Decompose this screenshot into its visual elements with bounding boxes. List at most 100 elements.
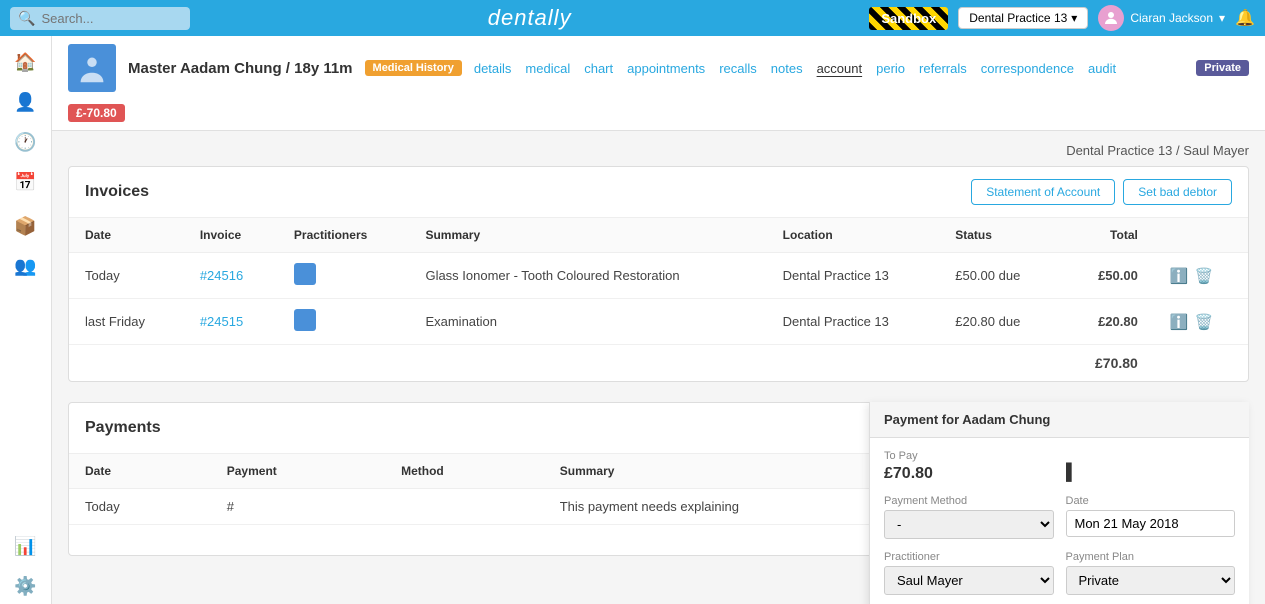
search-icon: 🔍: [18, 10, 35, 27]
patient-name: Master Aadam Chung / 18y 11m: [128, 60, 353, 77]
payment-method-date-row: Payment Method - Cash Card Date: [884, 495, 1235, 539]
sidebar-item-home[interactable]: 🏠: [6, 44, 46, 80]
sidebar-item-inbox[interactable]: 📦: [6, 208, 46, 244]
payment-method-label: Payment Method: [884, 495, 1054, 507]
pay-col-method: Method: [385, 454, 544, 489]
invoices-section: Invoices Statement of Account Set bad de…: [68, 166, 1249, 382]
to-pay-label: To Pay: [884, 450, 1235, 462]
invoice-practitioner-1: [278, 253, 410, 299]
invoices-table: Date Invoice Practitioners Summary Locat…: [69, 218, 1248, 381]
patient-avatar: [68, 44, 116, 92]
invoice-total-1: £50.00: [1060, 253, 1153, 299]
payment-date-input[interactable]: [1066, 510, 1236, 537]
user-menu[interactable]: Ciaran Jackson ▾: [1098, 5, 1225, 31]
practitioner-plan-row: Practitioner Saul Mayer Payment Plan Pri…: [884, 551, 1235, 595]
invoice-row-2: last Friday #24515 Examination Dental Pr…: [69, 299, 1248, 345]
nav-perio[interactable]: perio: [876, 61, 905, 76]
patient-nav: details medical chart appointments recal…: [474, 61, 1184, 76]
invoices-table-header-row: Date Invoice Practitioners Summary Locat…: [69, 218, 1248, 253]
total-label-cell: [69, 345, 1060, 382]
pay-col-date: Date: [69, 454, 211, 489]
nav-audit[interactable]: audit: [1088, 61, 1116, 76]
sidebar-item-patients[interactable]: 👤: [6, 84, 46, 120]
balance-badge: £-70.80: [68, 104, 125, 122]
user-dropdown-icon: ▾: [1219, 11, 1225, 25]
invoices-grand-total: £70.80: [1060, 345, 1153, 382]
col-total: Total: [1060, 218, 1153, 253]
nav-correspondence[interactable]: correspondence: [981, 61, 1074, 76]
set-bad-debtor-button[interactable]: Set bad debtor: [1123, 179, 1232, 205]
nav-account[interactable]: account: [817, 61, 863, 76]
user-name: Ciaran Jackson: [1130, 11, 1213, 25]
practitioner-col: Practitioner Saul Mayer: [884, 551, 1054, 595]
payments-title: Payments: [85, 419, 161, 437]
plan-col: Payment Plan Private: [1066, 551, 1236, 595]
nav-referrals[interactable]: referrals: [919, 61, 967, 76]
invoice-summary-2: Examination: [409, 299, 766, 345]
practice-selector[interactable]: Dental Practice 13 ▾: [958, 7, 1088, 29]
col-date: Date: [69, 218, 184, 253]
sidebar-item-contacts[interactable]: 👥: [6, 248, 46, 284]
invoice-status-2: £20.80 due: [939, 299, 1060, 345]
statement-of-account-button[interactable]: Statement of Account: [971, 179, 1115, 205]
col-location: Location: [767, 218, 940, 253]
plan-label: Payment Plan: [1066, 551, 1236, 563]
payment-date-1: Today: [69, 489, 211, 525]
nav-chart[interactable]: chart: [584, 61, 613, 76]
sidebar-item-calendar[interactable]: 📅: [6, 164, 46, 200]
medical-history-badge[interactable]: Medical History: [365, 60, 462, 76]
invoice-actions-1: ℹ️ 🗑️: [1154, 253, 1248, 299]
nav-medical[interactable]: medical: [525, 61, 570, 76]
pay-col-payment: Payment: [211, 454, 385, 489]
payment-number-1: #: [211, 489, 385, 525]
sidebar-item-settings[interactable]: ⚙️: [6, 568, 46, 604]
practice-dentist-info: Dental Practice 13 / Saul Mayer: [1066, 143, 1249, 158]
practitioner-label: Practitioner: [884, 551, 1054, 563]
practitioner-select[interactable]: Saul Mayer: [884, 566, 1054, 595]
sidebar-item-reports[interactable]: 📊: [6, 528, 46, 564]
invoice-number-1[interactable]: #24516: [184, 253, 278, 299]
col-practitioners: Practitioners: [278, 218, 410, 253]
nav-details[interactable]: details: [474, 61, 512, 76]
nav-appointments[interactable]: appointments: [627, 61, 705, 76]
delete-icon-1[interactable]: 🗑️: [1195, 267, 1214, 285]
col-summary: Summary: [409, 218, 766, 253]
app-logo: dentally: [200, 5, 859, 31]
avatar: [1098, 5, 1124, 31]
nav-recalls[interactable]: recalls: [719, 61, 757, 76]
col-actions: [1154, 218, 1248, 253]
notification-bell-icon[interactable]: 🔔: [1235, 8, 1255, 28]
payment-popup-body: To Pay £70.80 Payment Method - Cash Card: [870, 438, 1249, 604]
invoice-summary-1: Glass Ionomer - Tooth Coloured Restorati…: [409, 253, 766, 299]
info-icon-1[interactable]: ℹ️: [1170, 267, 1189, 285]
info-icon-2[interactable]: ℹ️: [1170, 313, 1189, 331]
invoices-total-row: £70.80: [69, 345, 1248, 382]
sidebar: 🏠 👤 🕐 📅 📦 👥 📊 ⚙️: [0, 36, 52, 604]
invoice-row-1: Today #24516 Glass Ionomer - Tooth Colou…: [69, 253, 1248, 299]
payment-date-col: Date: [1066, 495, 1236, 539]
search-input[interactable]: [41, 11, 181, 26]
payment-popup-header: Payment for Aadam Chung: [870, 402, 1249, 438]
payment-method-select[interactable]: - Cash Card: [884, 510, 1054, 539]
patient-header: Master Aadam Chung / 18y 11m Medical His…: [52, 36, 1265, 131]
invoice-number-2[interactable]: #24515: [184, 299, 278, 345]
payment-popup: Payment for Aadam Chung To Pay £70.80 Pa…: [869, 402, 1249, 604]
to-pay-value: £70.80: [884, 465, 1235, 483]
invoice-practitioner-2: [278, 299, 410, 345]
main-content: Dental Practice 13 / Saul Mayer Invoices…: [52, 131, 1265, 592]
payment-date-label: Date: [1066, 495, 1236, 507]
sidebar-item-history[interactable]: 🕐: [6, 124, 46, 160]
plan-select[interactable]: Private: [1066, 566, 1236, 595]
top-bar: 🔍 dentally Sandbox Dental Practice 13 ▾ …: [0, 0, 1265, 36]
content-area: Master Aadam Chung / 18y 11m Medical His…: [52, 36, 1265, 604]
practitioner-icon-2: [294, 309, 316, 331]
to-pay-field: To Pay £70.80: [884, 450, 1235, 483]
delete-icon-2[interactable]: 🗑️: [1195, 313, 1214, 331]
search-box[interactable]: 🔍: [10, 7, 190, 30]
invoice-total-2: £20.80: [1060, 299, 1153, 345]
invoice-location-1: Dental Practice 13: [767, 253, 940, 299]
nav-notes[interactable]: notes: [771, 61, 803, 76]
payments-section-wrapper: Payments Take payment Date Payment Metho…: [68, 402, 1249, 556]
invoice-location-2: Dental Practice 13: [767, 299, 940, 345]
practice-name: Dental Practice 13: [969, 11, 1067, 25]
